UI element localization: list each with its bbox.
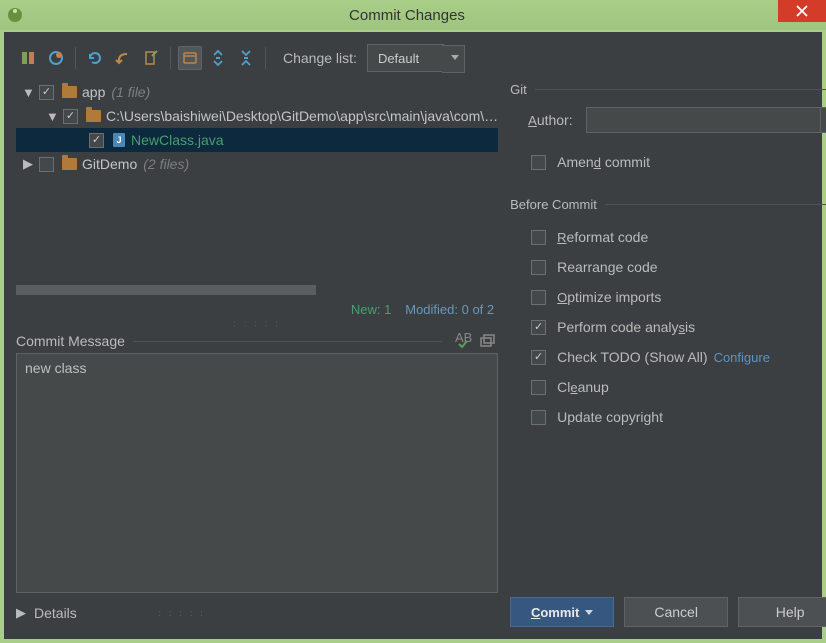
stats-modified: Modified: 0 of 2 [405, 302, 494, 317]
close-button[interactable] [778, 0, 826, 22]
check-label: Update copyright [557, 409, 663, 425]
java-file-icon [113, 133, 125, 147]
cancel-button[interactable]: Cancel [624, 597, 728, 627]
author-label: Author: [528, 112, 586, 128]
check-label: Perform code analysis [557, 319, 695, 335]
expander-icon[interactable]: ▶ [22, 156, 34, 172]
history-icon[interactable] [476, 330, 498, 352]
tree-node-gitdemo[interactable]: ▶ GitDemo (2 files) [16, 152, 498, 176]
tree-meta: (1 file) [111, 84, 150, 100]
cleanup-checkbox[interactable]: Cleanup [528, 372, 826, 402]
folder-icon [62, 158, 77, 170]
check-todo-checkbox[interactable]: Check TODO (Show All) Configure [528, 342, 826, 372]
tree-label: NewClass.java [131, 132, 224, 148]
divider [133, 341, 442, 342]
toolbar-separator [265, 47, 266, 69]
check-label: Optimize imports [557, 289, 661, 305]
horizontal-scrollbar[interactable] [16, 285, 316, 295]
spellcheck-icon[interactable]: ABC [452, 330, 474, 352]
details-label: Details [34, 605, 77, 621]
left-column: ▼ app (1 file) ▼ C:\Users\baishiwei\Desk… [16, 80, 498, 627]
rearrange-code-checkbox[interactable]: Rearrange code [528, 252, 826, 282]
code-analysis-checkbox[interactable]: Perform code analysis [528, 312, 826, 342]
checkbox[interactable] [531, 320, 546, 335]
checkbox[interactable] [531, 155, 546, 170]
tree-label: app [82, 84, 105, 100]
commit-dialog: Commit Changes Change list: Default [0, 0, 826, 643]
checkbox[interactable] [531, 380, 546, 395]
commit-message-header: Commit Message ABC [16, 329, 498, 353]
stats-new: New: 1 [351, 302, 391, 317]
folder-icon [86, 110, 101, 122]
help-button[interactable]: Help [738, 597, 826, 627]
edit-icon[interactable] [139, 46, 163, 70]
splitter-grip: : : : : : [77, 609, 288, 618]
expand-all-icon[interactable] [206, 46, 230, 70]
git-section-title: Git [510, 82, 826, 97]
checkbox[interactable] [531, 260, 546, 275]
check-label: Amend commit [557, 154, 650, 170]
checkbox[interactable] [531, 410, 546, 425]
tree-node-app[interactable]: ▼ app (1 file) [16, 80, 498, 104]
author-combo[interactable] [586, 107, 826, 133]
expander-icon[interactable]: ▼ [46, 109, 58, 124]
window-title: Commit Changes [28, 7, 786, 24]
app-icon [6, 4, 28, 26]
configure-link[interactable]: Configure [714, 350, 770, 365]
check-label: Reformat code [557, 229, 648, 245]
move-to-changelist-icon[interactable] [44, 46, 68, 70]
update-copyright-checkbox[interactable]: Update copyright [528, 402, 826, 432]
changelist-combo[interactable]: Default [367, 44, 444, 72]
refresh-icon[interactable] [83, 46, 107, 70]
tree-node-path[interactable]: ▼ C:\Users\baishiwei\Desktop\GitDemo\app… [16, 104, 498, 128]
tree-label: GitDemo [82, 156, 137, 172]
right-column: Git Author: Amend commit Before Commit [510, 80, 826, 627]
commit-button[interactable]: Commit [510, 597, 614, 627]
checkbox[interactable] [39, 85, 54, 100]
show-diff-icon[interactable] [16, 46, 40, 70]
button-row: Commit Cancel Help [510, 587, 826, 627]
collapse-all-icon[interactable] [234, 46, 258, 70]
svg-text:ABC: ABC [455, 333, 472, 345]
tree-meta: (2 files) [143, 156, 189, 172]
checkbox[interactable] [531, 230, 546, 245]
check-label: Check TODO (Show All) [557, 349, 707, 365]
commit-message-input[interactable] [16, 353, 498, 593]
client-area: Change list: Default ▼ app (1 file) [4, 32, 822, 639]
changes-tree[interactable]: ▼ app (1 file) ▼ C:\Users\baishiwei\Desk… [16, 80, 498, 295]
changelist-value: Default [378, 51, 419, 66]
author-row: Author: [528, 107, 826, 133]
check-label: Cleanup [557, 379, 609, 395]
checkbox[interactable] [39, 157, 54, 172]
before-commit-section-title: Before Commit [510, 197, 826, 212]
main-area: ▼ app (1 file) ▼ C:\Users\baishiwei\Desk… [16, 80, 810, 627]
splitter-grip[interactable]: : : : : : [16, 319, 498, 329]
chevron-down-icon [585, 610, 593, 615]
expander-icon[interactable]: ▼ [22, 85, 34, 100]
folder-icon [62, 86, 77, 98]
tree-label: C:\Users\baishiwei\Desktop\GitDemo\app\s… [106, 108, 498, 124]
revert-icon[interactable] [111, 46, 135, 70]
details-row[interactable]: ▶ Details : : : : : [16, 599, 498, 627]
optimize-imports-checkbox[interactable]: Optimize imports [528, 282, 826, 312]
expander-icon[interactable]: ▶ [16, 605, 30, 621]
checkbox[interactable] [89, 133, 104, 148]
checkbox[interactable] [531, 350, 546, 365]
amend-commit-checkbox[interactable]: Amend commit [528, 147, 826, 177]
checkbox[interactable] [63, 109, 78, 124]
changelist-label: Change list: [283, 50, 357, 66]
toolbar-separator [75, 47, 76, 69]
commit-message-label: Commit Message [16, 333, 125, 349]
titlebar: Commit Changes [0, 0, 826, 30]
stats-row: New: 1 Modified: 0 of 2 [16, 295, 498, 319]
chevron-down-icon [451, 55, 459, 60]
toolbar: Change list: Default [16, 42, 810, 74]
reformat-code-checkbox[interactable]: Reformat code [528, 222, 826, 252]
group-by-directory-icon[interactable] [178, 46, 202, 70]
checkbox[interactable] [531, 290, 546, 305]
tree-node-file[interactable]: NewClass.java [16, 128, 498, 152]
toolbar-separator [170, 47, 171, 69]
check-label: Rearrange code [557, 259, 657, 275]
